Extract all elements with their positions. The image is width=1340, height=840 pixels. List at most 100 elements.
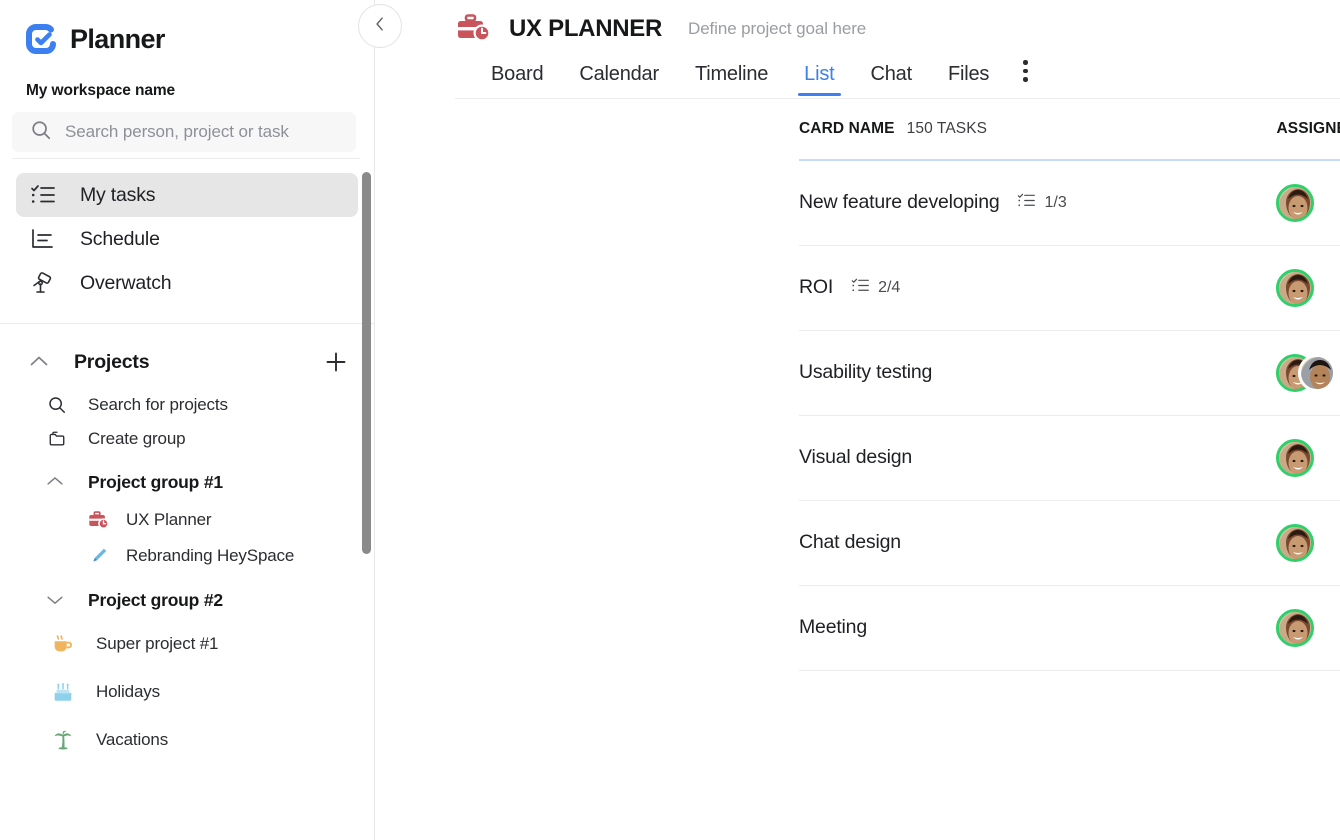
schedule-icon [30, 226, 56, 252]
avatar-group[interactable] [1276, 353, 1337, 392]
checklist-count: 2/4 [878, 278, 901, 296]
assignee-cell[interactable] [1276, 268, 1340, 307]
avatar[interactable] [1276, 438, 1315, 477]
telescope-icon [30, 270, 56, 296]
project-goal-input[interactable]: Define project goal here [688, 19, 866, 39]
project-item-super-project-1[interactable]: Super project #1 [0, 620, 374, 668]
sidebar-item-overwatch[interactable]: Overwatch [16, 261, 358, 305]
search-for-projects-action[interactable]: Search for projects [0, 388, 374, 422]
task-name-cell[interactable]: Usability testing [799, 361, 1276, 384]
project-item-rebranding-heyspace[interactable]: Rebranding HeySpace [0, 538, 374, 574]
chevron-up-icon[interactable] [44, 472, 66, 492]
project-item-label: Vacations [96, 730, 169, 749]
project-item-label: UX Planner [126, 510, 212, 529]
chevron-down-icon[interactable] [44, 590, 66, 610]
assignee-cell[interactable] [1276, 523, 1340, 562]
assignee-cell[interactable] [1276, 183, 1340, 222]
task-name: Visual design [799, 446, 913, 468]
tab-list[interactable]: List [786, 63, 852, 96]
checklist-icon [1017, 191, 1036, 215]
avatar[interactable] [1276, 523, 1315, 562]
avatar[interactable] [1276, 608, 1315, 647]
projects-section-header[interactable]: Projects [0, 324, 374, 374]
sidebar-item-label: Schedule [80, 227, 160, 250]
table-row[interactable]: Chat design [799, 501, 1340, 586]
task-name-cell[interactable]: Meeting [799, 616, 1276, 639]
project-item-ux-planner[interactable]: UX Planner [0, 502, 374, 538]
tab-files[interactable]: Files [930, 63, 1007, 96]
planner-check-logo-icon [24, 22, 58, 56]
project-item-label: Rebranding HeySpace [126, 546, 295, 565]
primary-nav: My tasks Schedule Overwatch [0, 173, 374, 305]
project-group-label: Project group #1 [88, 471, 223, 492]
kebab-menu-icon[interactable] [1007, 60, 1044, 96]
sidebar-item-my-tasks[interactable]: My tasks [16, 173, 358, 217]
palm-tree-icon [48, 728, 78, 752]
assignee-cell[interactable] [1276, 608, 1340, 647]
tab-chat[interactable]: Chat [853, 63, 930, 96]
task-name: Chat design [799, 531, 901, 553]
task-name: Usability testing [799, 361, 933, 383]
search-input[interactable]: Search person, project or task [12, 112, 356, 152]
table-row[interactable]: Visual design [799, 416, 1340, 501]
add-project-button[interactable] [324, 350, 348, 374]
sidebar-item-label: My tasks [80, 183, 156, 206]
task-name: ROI [799, 276, 834, 298]
briefcase-clock-icon [455, 12, 495, 46]
project-group-1[interactable]: Project group #1 [0, 462, 374, 502]
project-title-row: UX PLANNER Define project goal here [455, 12, 1340, 46]
search-icon [30, 119, 52, 146]
app-root: Planner My workspace name Search person,… [0, 0, 1340, 840]
page-title: UX PLANNER [509, 15, 663, 42]
sidebar-scrollbar-thumb[interactable] [362, 172, 371, 554]
tab-board[interactable]: Board [473, 63, 561, 96]
collapse-sidebar-button[interactable] [358, 4, 402, 48]
create-group-action[interactable]: Create group [0, 422, 374, 456]
table-row[interactable]: Usability testing [799, 331, 1340, 416]
pen-icon [86, 545, 110, 567]
column-assignee[interactable]: ASSIGNEE [1276, 120, 1340, 138]
task-name-cell[interactable]: Chat design [799, 531, 1276, 554]
folder-icon [46, 429, 68, 449]
sub-item-label: Create group [88, 429, 186, 448]
sidebar-scrollbar[interactable] [362, 172, 371, 554]
table-row[interactable]: New feature developing 1/3 [799, 161, 1340, 246]
brand: Planner [0, 0, 374, 56]
task-name-cell[interactable]: New feature developing 1/3 [799, 191, 1276, 215]
project-item-label: Holidays [96, 682, 160, 701]
avatar[interactable] [1276, 183, 1315, 222]
assignee-cell[interactable] [1276, 438, 1340, 477]
briefcase-clock-icon [86, 509, 110, 531]
search-placeholder: Search person, project or task [65, 122, 289, 141]
brand-name: Planner [70, 23, 165, 54]
checklist-icon [851, 276, 870, 300]
assignee-cell[interactable] [1276, 353, 1340, 392]
task-name-cell[interactable]: ROI 2/4 [799, 276, 1276, 300]
sidebar: Planner My workspace name Search person,… [0, 0, 375, 840]
checklist-badge: 2/4 [851, 276, 900, 300]
task-table: CARD NAME 150 TASKS ASSIGNEE DUE DATE [375, 99, 1340, 671]
task-name: New feature developing [799, 191, 1000, 213]
table-header-row: CARD NAME 150 TASKS ASSIGNEE DUE DATE [799, 99, 1340, 161]
sidebar-item-schedule[interactable]: Schedule [16, 217, 358, 261]
tab-bar: Board Calendar Timeline List Chat Files [473, 60, 1340, 96]
project-item-vacations[interactable]: Vacations [0, 716, 374, 764]
projects-title: Projects [74, 350, 150, 373]
tab-timeline[interactable]: Timeline [677, 63, 786, 96]
chevron-up-icon[interactable] [28, 351, 50, 373]
project-item-label: Super project #1 [96, 634, 219, 653]
search-icon [46, 395, 68, 415]
table-row[interactable]: Meeting [799, 586, 1340, 671]
project-item-holidays[interactable]: Holidays [0, 668, 374, 716]
project-group-label: Project group #2 [88, 589, 223, 610]
column-header-label: ASSIGNEE [1276, 119, 1340, 137]
checklist-count: 1/3 [1044, 193, 1067, 211]
tab-calendar[interactable]: Calendar [561, 63, 677, 96]
column-card-name[interactable]: CARD NAME 150 TASKS [799, 120, 1276, 138]
projects-actions: Search for projects Create group [0, 388, 374, 456]
task-name-cell[interactable]: Visual design [799, 446, 1276, 469]
avatar[interactable] [1276, 268, 1315, 307]
project-group-2[interactable]: Project group #2 [0, 580, 374, 620]
avatar[interactable] [1298, 353, 1337, 392]
table-row[interactable]: ROI 2/4 [799, 246, 1340, 331]
